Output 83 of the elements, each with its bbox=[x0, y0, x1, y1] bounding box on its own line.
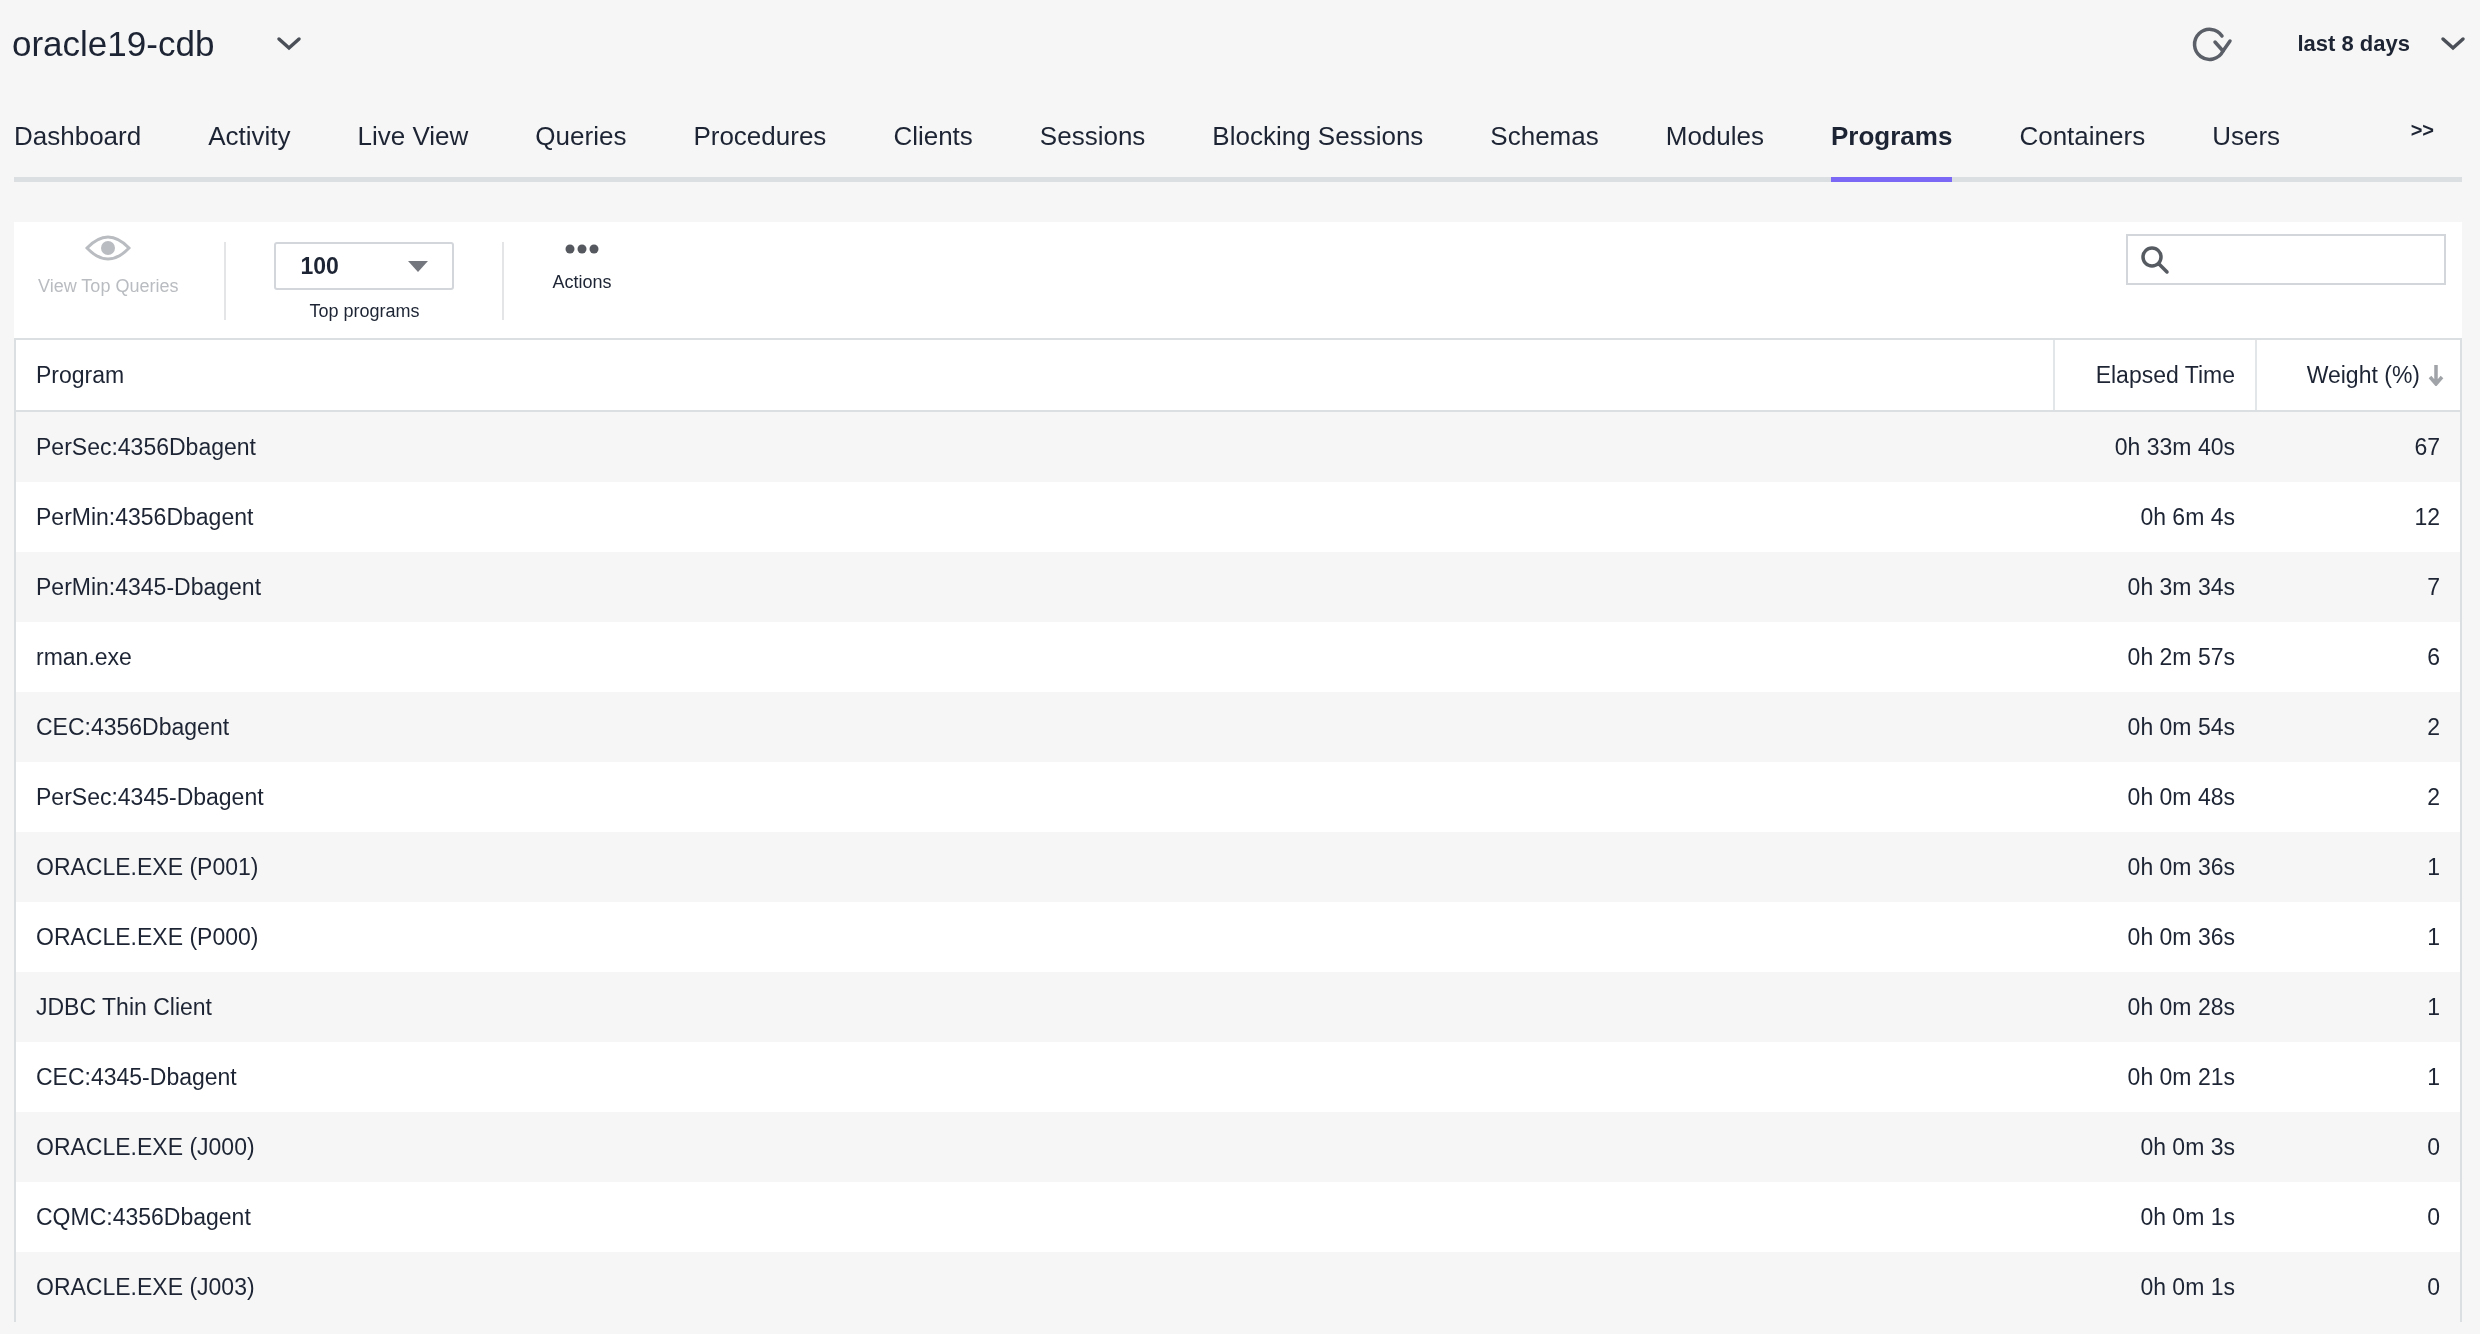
table-cell-text: 67 bbox=[2413, 432, 2441, 462]
sort-down-arrow-icon bbox=[2428, 364, 2444, 386]
search-icon bbox=[2140, 244, 2170, 275]
eye-icon bbox=[85, 234, 132, 262]
nav-tab[interactable]: Sessions bbox=[1039, 96, 1146, 182]
database-dropdown-button[interactable] bbox=[276, 36, 303, 52]
nav-tab[interactable]: Clients bbox=[893, 96, 973, 182]
table-row[interactable]: rman.exe 0h 2m 57s 6 bbox=[16, 622, 2460, 692]
search-field[interactable] bbox=[2126, 234, 2446, 285]
table-cell-text: CQMC:4356Dbagent bbox=[35, 1202, 252, 1232]
table-cell-text: 0h 0m 54s bbox=[2126, 712, 2236, 742]
table-row[interactable]: PerSec:4345-Dbagent 0h 0m 48s 2 bbox=[16, 762, 2460, 832]
nav-tab[interactable]: Users bbox=[2212, 96, 2281, 182]
table-cell-text: 2 bbox=[2426, 782, 2441, 812]
more-tabs-button[interactable]: >> bbox=[2410, 96, 2462, 177]
table-cell-text: 0h 0m 3s bbox=[2139, 1132, 2236, 1162]
table-cell-text: rman.exe bbox=[35, 642, 133, 672]
table-cell-text: 0 bbox=[2426, 1272, 2441, 1302]
table-cell-text: 0h 2m 57s bbox=[2126, 642, 2236, 672]
nav-tab[interactable]: Live View bbox=[357, 96, 469, 182]
nav-tab[interactable]: Dashboard bbox=[14, 96, 142, 182]
top-count-select[interactable]: 100 bbox=[274, 242, 455, 290]
table-cell-text: 2 bbox=[2426, 712, 2441, 742]
table-cell-text: PerMin:4356Dbagent bbox=[35, 502, 255, 532]
table-cell-text: ORACLE.EXE (P001) bbox=[35, 852, 260, 882]
caret-down-icon bbox=[408, 260, 429, 272]
chevron-down-icon bbox=[276, 36, 303, 52]
column-header[interactable]: Program bbox=[16, 340, 2053, 410]
table-row[interactable]: CEC:4345-Dbagent 0h 0m 21s 1 bbox=[16, 1042, 2460, 1112]
table-row[interactable]: JDBC Thin Client 0h 0m 28s 1 bbox=[16, 972, 2460, 1042]
database-title: oracle19-cdb bbox=[12, 24, 215, 64]
table-cell-text: 0 bbox=[2426, 1202, 2441, 1232]
table-cell-text: JDBC Thin Client bbox=[35, 992, 213, 1022]
table-row[interactable]: PerMin:4356Dbagent 0h 6m 4s 12 bbox=[16, 482, 2460, 552]
column-header[interactable]: Weight (%) bbox=[2255, 340, 2460, 410]
table-cell-text: PerSec:4356Dbagent bbox=[35, 432, 257, 462]
table-cell-text: 0h 0m 28s bbox=[2126, 992, 2236, 1022]
nav-tab[interactable]: Queries bbox=[535, 96, 627, 182]
table-row[interactable]: ORACLE.EXE (J000) 0h 0m 3s 0 bbox=[16, 1112, 2460, 1182]
table-row[interactable]: CQMC:4356Dbagent 0h 0m 1s 0 bbox=[16, 1182, 2460, 1252]
table-cell-text: PerMin:4345-Dbagent bbox=[35, 572, 263, 602]
nav-tab[interactable]: Schemas bbox=[1490, 96, 1599, 182]
table-row[interactable]: ORACLE.EXE (J003) 0h 0m 1s 0 bbox=[16, 1252, 2460, 1322]
table-row[interactable]: PerSec:4356Dbagent 0h 33m 40s 67 bbox=[16, 412, 2460, 482]
table-cell-text: 0h 0m 36s bbox=[2126, 852, 2236, 882]
table-cell-text: 0h 0m 1s bbox=[2139, 1272, 2236, 1302]
more-dots-icon bbox=[564, 244, 599, 254]
table-cell-text: 6 bbox=[2426, 642, 2441, 672]
nav-tab[interactable]: Programs bbox=[1831, 96, 1953, 182]
table-row[interactable]: PerMin:4345-Dbagent 0h 3m 34s 7 bbox=[16, 552, 2460, 622]
nav-tab[interactable]: Modules bbox=[1665, 96, 1765, 182]
table-cell-text: 0h 6m 4s bbox=[2139, 502, 2236, 532]
table-row[interactable]: CEC:4356Dbagent 0h 0m 54s 2 bbox=[16, 692, 2460, 762]
table-cell-text: 0h 0m 48s bbox=[2126, 782, 2236, 812]
table-cell-text: 0h 33m 40s bbox=[2113, 432, 2236, 462]
table-cell-text: 0h 3m 34s bbox=[2126, 572, 2236, 602]
table-cell-text: CEC:4356Dbagent bbox=[35, 712, 231, 742]
table-cell-text: 1 bbox=[2426, 852, 2441, 882]
table-cell-text: 0h 0m 21s bbox=[2126, 1062, 2236, 1092]
table-cell-text: PerSec:4345-Dbagent bbox=[35, 782, 265, 812]
nav-tab[interactable]: Blocking Sessions bbox=[1212, 96, 1424, 182]
column-header[interactable]: Elapsed Time bbox=[2053, 340, 2255, 410]
table-cell-text: ORACLE.EXE (P000) bbox=[35, 922, 260, 952]
table-cell-text: 1 bbox=[2426, 992, 2441, 1022]
table-row[interactable]: ORACLE.EXE (P001) 0h 0m 36s 1 bbox=[16, 832, 2460, 902]
table-cell-text: 0h 0m 1s bbox=[2139, 1202, 2236, 1232]
table-row[interactable]: ORACLE.EXE (P000) 0h 0m 36s 1 bbox=[16, 902, 2460, 972]
top-programs-label: Top programs bbox=[309, 301, 420, 322]
table-cell-text: 1 bbox=[2426, 1062, 2441, 1092]
table-cell-text: 12 bbox=[2413, 502, 2441, 532]
nav-tab[interactable]: Containers bbox=[2019, 96, 2146, 182]
time-range-dropdown[interactable]: last 8 days bbox=[2297, 31, 2466, 57]
table-cell-text: 1 bbox=[2426, 922, 2441, 952]
nav-tab[interactable]: Procedures bbox=[693, 96, 827, 182]
table-cell-text: 0 bbox=[2426, 1132, 2441, 1162]
nav-tab[interactable]: Activity bbox=[208, 96, 291, 182]
actions-button[interactable]: Actions bbox=[552, 234, 612, 328]
table-cell-text: CEC:4345-Dbagent bbox=[35, 1062, 238, 1092]
table-cell-text: ORACLE.EXE (J000) bbox=[35, 1132, 256, 1162]
table-cell-text: ORACLE.EXE (J003) bbox=[35, 1272, 256, 1302]
table-cell-text: 7 bbox=[2426, 572, 2441, 602]
table-cell-text: 0h 0m 36s bbox=[2126, 922, 2236, 952]
chevron-down-icon bbox=[2440, 36, 2466, 52]
